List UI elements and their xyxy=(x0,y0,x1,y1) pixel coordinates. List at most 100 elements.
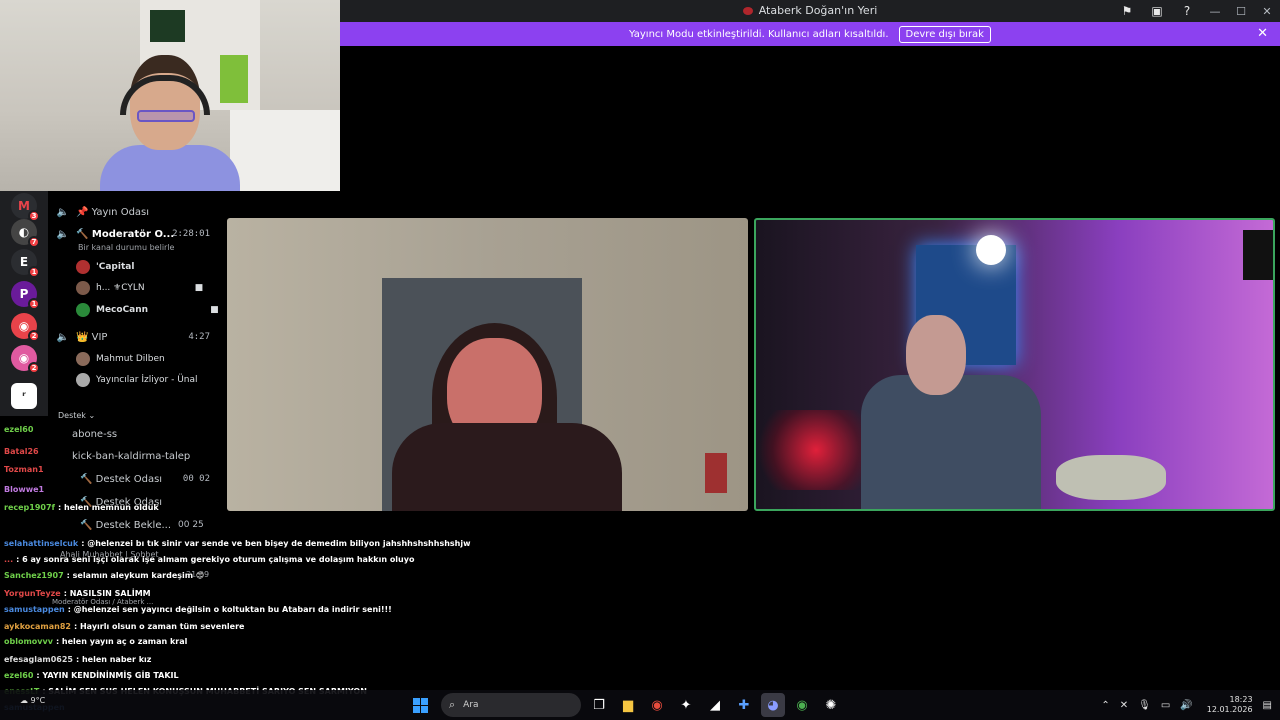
background-sign xyxy=(1243,230,1273,280)
disable-streamer-mode-button[interactable]: Devre dışı bırak xyxy=(898,25,991,43)
weather-widget[interactable]: ☁ 9°C xyxy=(20,696,45,705)
chat-text: : NASILSIN SALİMM xyxy=(63,589,151,598)
chat-username: oblomovvv xyxy=(4,637,53,646)
chat-message: ezel60: YAYIN KENDİNİNMİŞ GİB TAKIL xyxy=(4,671,179,680)
voice-user[interactable]: h... ⚜CYLN ■ xyxy=(76,279,203,297)
chat-text: : helen naber kız xyxy=(75,655,152,664)
task-view-icon[interactable]: ❐ xyxy=(587,693,611,717)
close-window-button[interactable]: ✕ xyxy=(1254,0,1280,22)
start-button[interactable] xyxy=(408,693,432,717)
tray-app-icon[interactable]: ✕ xyxy=(1120,700,1128,711)
chat-username: Sanchez1907 xyxy=(4,571,64,580)
taskbar-search[interactable]: ⌕ Ara xyxy=(441,693,581,717)
server-icon-white[interactable]: ʳ xyxy=(11,383,37,409)
server-icon-discord-pink[interactable]: ◉ 2 xyxy=(11,345,40,374)
taskbar: ☁ 9°C ⌕ Ara ❐ ▆ ◉ ✦ ◢ ✚ ◕ ◉ ✺ ⌃ ✕ 🎙 ▭ 🔊 1… xyxy=(0,690,1280,720)
chat-username: aykkocaman82 xyxy=(4,622,71,631)
chat-message: efesaglam0625: helen naber kız xyxy=(4,655,151,664)
close-banner-icon[interactable]: ✕ xyxy=(1257,26,1268,41)
app-icon[interactable]: ✦ xyxy=(674,693,698,717)
voice-user[interactable]: Mahmut Dilben xyxy=(76,350,165,368)
chat-text: : @helenzei bı tık sinir var sende ve be… xyxy=(81,539,471,548)
chat-message: ezel60 xyxy=(4,425,36,434)
chat-username: recep1907f xyxy=(4,503,56,512)
mic-icon[interactable]: 🎙 xyxy=(1138,700,1151,711)
minimize-button[interactable]: — xyxy=(1202,0,1228,22)
weather-icon: ☁ xyxy=(20,696,31,705)
streamer-figure xyxy=(100,55,240,191)
chat-username: Tozman1 xyxy=(4,465,44,474)
video-tile-2-speaking[interactable] xyxy=(754,218,1275,511)
tray-chevron-icon[interactable]: ⌃ xyxy=(1101,700,1109,711)
chat-username: YorgunTeyze xyxy=(4,589,61,598)
file-explorer-icon[interactable]: ▆ xyxy=(616,693,640,717)
chat-message: Tozman1 xyxy=(4,465,47,474)
chat-message: samustappen: @helenzei sen yayıncı değil… xyxy=(4,605,392,614)
banner-text: Yayıncı Modu etkinleştirildi. Kullanıcı … xyxy=(629,28,889,40)
chat-text: : YAYIN KENDİNİNMİŞ GİB TAKIL xyxy=(36,671,179,680)
chat-message: Sanchez1907: selamın aleykum kardeşim 😊 xyxy=(4,571,204,580)
camera-icon: ■ xyxy=(210,305,219,315)
chat-message: ...: 6 ay sonra seni işçi olarak işe alm… xyxy=(4,555,414,564)
chat-username: ... xyxy=(4,555,14,564)
voice-user[interactable]: 'Capital xyxy=(76,258,134,276)
channel-moderator-timer: 2:28:01 xyxy=(172,229,210,239)
background-pillow xyxy=(1056,455,1166,500)
title-bar: Ataberk Doğan'ın Yeri ⚑ ▣ ? — ☐ ✕ xyxy=(340,0,1280,22)
chat-message: oblomovvv: helen yayın aç o zaman kral xyxy=(4,637,187,646)
server-icon-m[interactable]: M3 xyxy=(11,193,40,222)
app-icon[interactable]: ◢ xyxy=(703,693,727,717)
webcam-overlay xyxy=(0,0,340,191)
chat-message: aykkocaman82: Hayırlı olsun o zaman tüm … xyxy=(4,622,244,631)
voice-user[interactable]: Yayıncılar İzliyor - Ünal xyxy=(76,371,198,389)
chat-username: ezel60 xyxy=(4,671,34,680)
chat-overlay: ezel60 Batal26 Tozman1 Blowwe1 recep1907f: h… xyxy=(0,415,500,720)
server-icon-e[interactable]: E1 xyxy=(11,249,40,278)
voice-user[interactable]: MecoCann ■ xyxy=(76,301,219,319)
windows-icon xyxy=(412,697,428,713)
help-icon[interactable]: ? xyxy=(1172,0,1202,22)
chat-username: Batal26 xyxy=(4,447,39,456)
chrome-icon[interactable]: ◉ xyxy=(645,693,669,717)
maximize-button[interactable]: ☐ xyxy=(1228,0,1254,22)
participant-figure xyxy=(856,305,1056,509)
chat-username: samustappen xyxy=(4,605,65,614)
screen: Ataberk Doğan'ın Yeri ⚑ ▣ ? — ☐ ✕ Yayınc… xyxy=(0,0,1280,720)
app-icon[interactable]: ✚ xyxy=(732,693,756,717)
chat-text: : 6 ay sonra seni işçi olarak işe almam … xyxy=(16,555,415,564)
chat-username: selahattinselcuk xyxy=(4,539,79,548)
chat-message: recep1907f: helen memnun olduk xyxy=(4,503,159,512)
chat-text: : @helenzei sen yayıncı değilsin o koltu… xyxy=(67,605,392,614)
server-icon-p[interactable]: P1 xyxy=(11,281,40,310)
streamer-mode-banner: Yayıncı Modu etkinleştirildi. Kullanıcı … xyxy=(340,22,1280,46)
chat-username: Blowwe1 xyxy=(4,485,45,494)
network-icon[interactable]: ▭ xyxy=(1161,700,1170,711)
chat-text: : helen yayın aç o zaman kral xyxy=(55,637,188,646)
clock[interactable]: 18:23 12.01.2026 xyxy=(1207,695,1253,715)
background-object xyxy=(705,453,727,493)
channel-vip[interactable]: 🔈 👑 VIP xyxy=(56,328,108,346)
inbox-icon[interactable]: ▣ xyxy=(1142,0,1172,22)
chat-username: ezel60 xyxy=(4,425,34,434)
volume-icon[interactable]: 🔊 xyxy=(1180,700,1192,711)
flag-icon[interactable]: ⚑ xyxy=(1112,0,1142,22)
chat-message: YorgunTeyze: NASILSIN SALİMM xyxy=(4,589,151,598)
speaker-icon: 🔈 xyxy=(56,228,70,240)
search-icon: ⌕ xyxy=(449,698,456,711)
channel-yayin-odasi[interactable]: 🔈 📌 Yayın Odası xyxy=(56,203,149,221)
channel-status-setter[interactable]: Bir kanal durumu belirle xyxy=(78,243,174,252)
discord-icon[interactable]: ◕ xyxy=(761,693,785,717)
chat-message: Batal26 xyxy=(4,447,42,456)
chat-message: Blowwe1 xyxy=(4,485,47,494)
server-icon-discord-red[interactable]: ◉ 2 xyxy=(11,313,40,342)
server-logo-icon xyxy=(742,7,753,15)
notification-icon[interactable]: ▤ xyxy=(1263,700,1272,711)
channel-vip-timer: 4:27 xyxy=(188,332,210,342)
speaker-icon: 🔈 xyxy=(56,331,70,343)
camera-icon: ■ xyxy=(194,283,204,293)
speaker-icon: 🔈 xyxy=(56,206,70,218)
server-icon-avatar[interactable]: ◐ 7 xyxy=(11,219,40,248)
chrome-icon[interactable]: ◉ xyxy=(790,693,814,717)
system-tray: ⌃ ✕ 🎙 ▭ 🔊 18:23 12.01.2026 ▤ xyxy=(1091,693,1272,717)
app-icon[interactable]: ✺ xyxy=(819,693,843,717)
